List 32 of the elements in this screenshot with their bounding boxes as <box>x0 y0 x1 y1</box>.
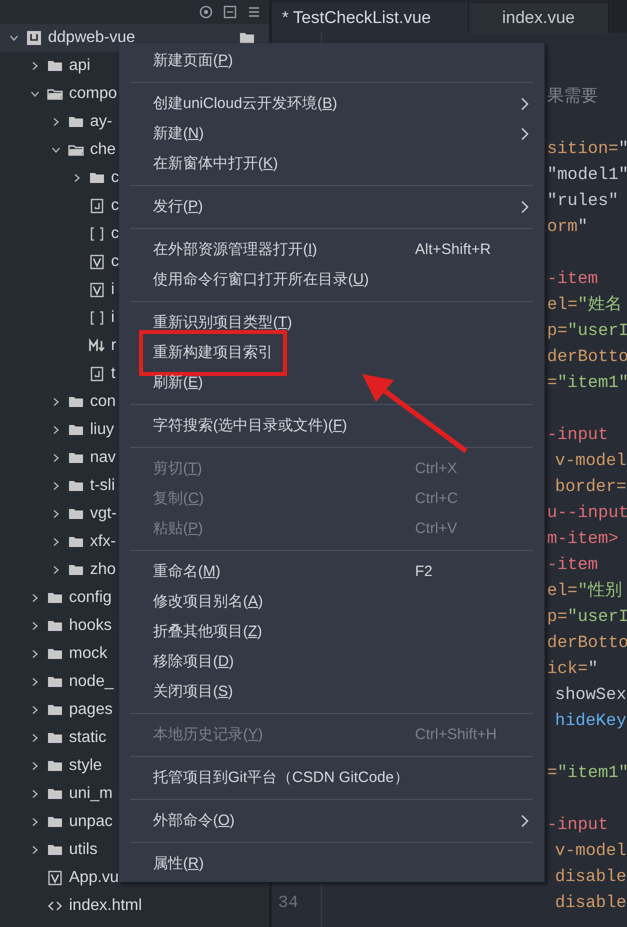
code-line: -input <box>547 815 608 838</box>
code-line: -item <box>547 555 598 578</box>
line-number: 34 <box>278 893 298 916</box>
code-line: p="userI <box>547 607 627 630</box>
shortcut-label: Alt+Shift+R <box>415 240 491 260</box>
code-line: -item <box>547 269 598 292</box>
code-line: el="性别 <box>547 580 622 604</box>
code-line: p="userI <box>547 321 627 344</box>
code-line: hideKey <box>555 711 626 734</box>
code-line: orm" <box>547 217 588 240</box>
code-line: ="item1" <box>547 763 627 786</box>
shortcut-label: Ctrl+V <box>415 518 458 539</box>
code-line: el="姓名 <box>547 294 622 318</box>
shortcut-label: Ctrl+C <box>415 488 458 509</box>
code-line: ick=" <box>547 659 598 682</box>
code-line: u--input <box>547 503 627 526</box>
code-line: sition=" <box>547 139 627 162</box>
shortcut-label: Ctrl+Shift+H <box>415 724 497 745</box>
code-line: -input <box>547 425 608 448</box>
code-line: ="item1" <box>547 373 627 396</box>
code-line: 果需要 <box>547 86 598 110</box>
code-line: m-item> <box>547 529 618 552</box>
code-line: "rules" <box>547 191 618 214</box>
code-line: disable <box>555 893 626 916</box>
code-line: v-model <box>555 451 626 474</box>
code-line: v-model <box>555 841 626 864</box>
code-line: border= <box>555 477 626 500</box>
code-line: disable <box>555 867 626 890</box>
code-line: showSex <box>555 685 626 708</box>
shortcut-label: F2 <box>415 562 433 582</box>
shortcut-label: Ctrl+X <box>415 458 458 479</box>
code-line: "model1" <box>547 165 627 188</box>
